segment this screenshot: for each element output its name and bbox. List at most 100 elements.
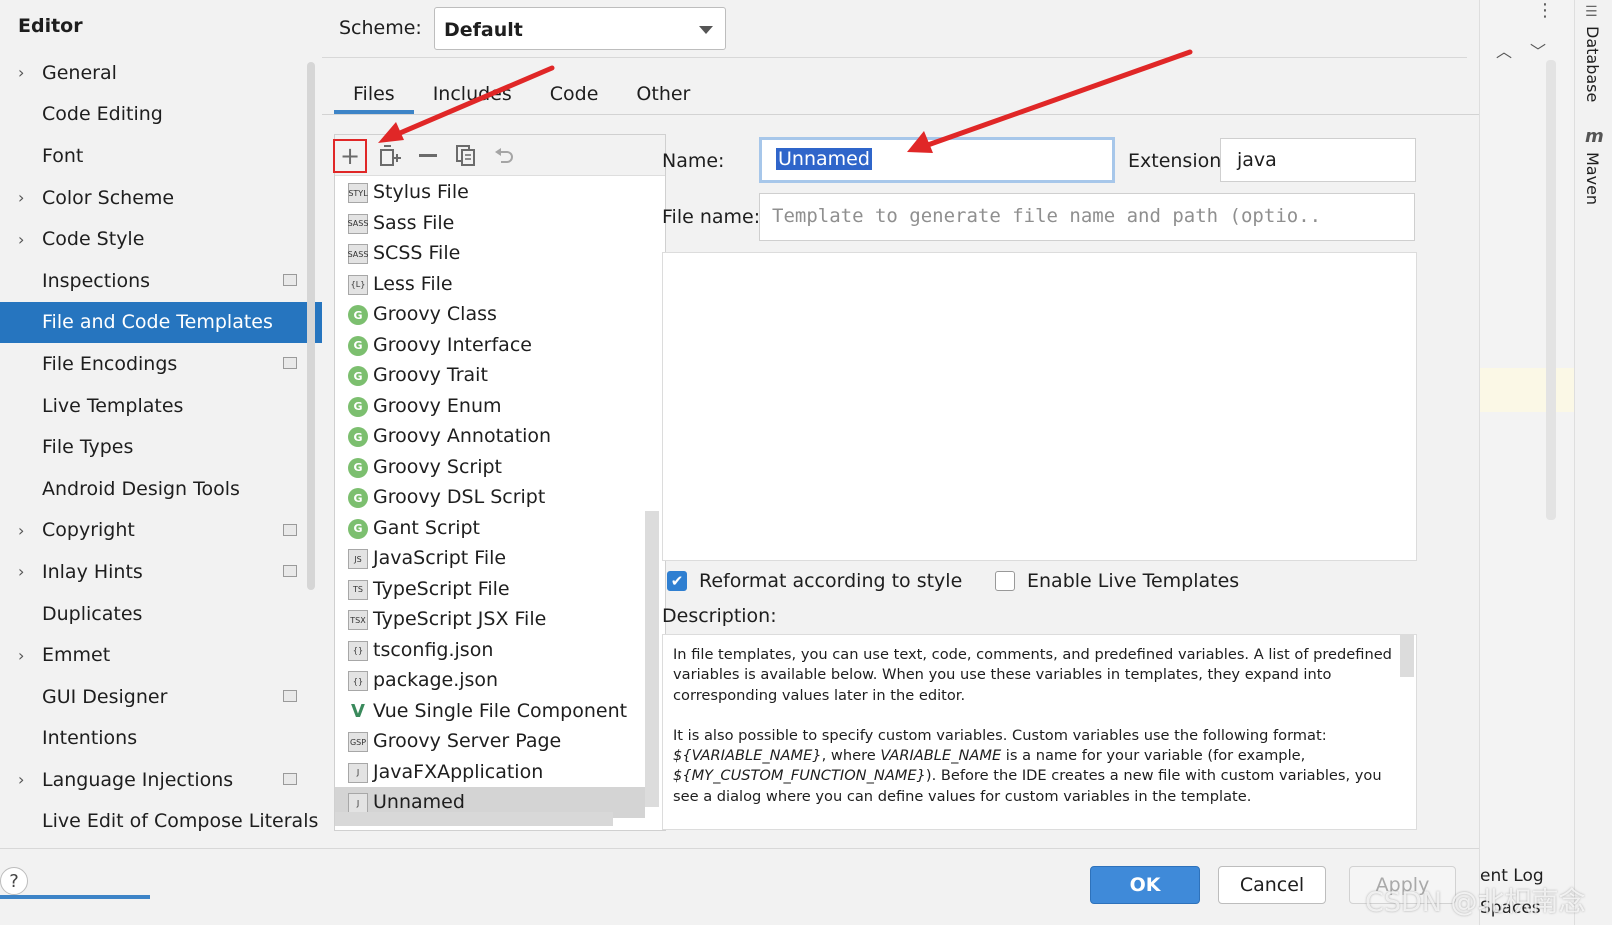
description-scrollbar[interactable]: [1400, 635, 1414, 677]
tabs-divider: [322, 114, 1479, 115]
chevron-right-icon[interactable]: ›: [18, 770, 30, 789]
sidebar-item[interactable]: File Types: [0, 426, 322, 468]
description-label: Description:: [662, 605, 777, 627]
reformat-checkbox[interactable]: ✔ Reformat according to style: [667, 570, 962, 592]
reset-template-button[interactable]: [487, 139, 521, 173]
sidebar-item[interactable]: › Code Style: [0, 218, 322, 260]
chevron-down-icon[interactable]: ﹀: [1530, 38, 1546, 62]
project-scope-icon: [283, 689, 297, 702]
template-list-item[interactable]: {} tsconfig.json: [335, 635, 645, 666]
sidebar-item-label: Code Editing: [42, 103, 163, 126]
create-child-template-button[interactable]: [373, 139, 407, 173]
sidebar-item[interactable]: Live Templates: [0, 385, 322, 427]
template-list-item[interactable]: V Vue Single File Component: [335, 696, 645, 727]
file-name-field[interactable]: Template to generate file name and path …: [759, 193, 1415, 241]
sidebar-item[interactable]: Live Edit of Compose Literals: [0, 801, 322, 843]
file-name-label: File name:: [662, 206, 761, 228]
sidebar-item-label: Live Edit of Compose Literals: [42, 810, 319, 833]
template-list-item[interactable]: G Groovy Class: [335, 299, 645, 330]
tab-code[interactable]: Code: [531, 76, 618, 114]
add-template-button[interactable]: +: [333, 139, 367, 173]
database-icon: ☰: [1585, 4, 1598, 20]
sidebar-item[interactable]: File and Code Templates: [0, 301, 322, 344]
template-list-item[interactable]: TS TypeScript File: [335, 574, 645, 605]
file-type-icon: SASS: [348, 244, 368, 264]
editor-scrollbar[interactable]: [1546, 60, 1556, 520]
template-list-item[interactable]: GSP Groovy Server Page: [335, 726, 645, 757]
template-list-item[interactable]: G Groovy Interface: [335, 330, 645, 361]
chevron-right-icon[interactable]: ›: [18, 562, 30, 581]
chevron-right-icon[interactable]: ›: [18, 188, 30, 207]
groovy-icon: G: [348, 457, 368, 478]
sidebar-item-label: Inspections: [42, 269, 151, 292]
reformat-label: Reformat according to style: [699, 570, 963, 592]
sidebar-item-label: Inlay Hints: [42, 560, 143, 583]
ok-button[interactable]: OK: [1090, 866, 1200, 904]
template-list-item[interactable]: J JavaFXApplication: [335, 757, 645, 788]
chevron-right-icon[interactable]: ›: [18, 63, 30, 82]
sidebar-item-label: Live Templates: [42, 394, 184, 417]
chevron-right-icon[interactable]: ›: [18, 646, 30, 665]
database-tool-tab[interactable]: Database: [1583, 26, 1602, 102]
scheme-dropdown[interactable]: Default: [434, 7, 726, 50]
sidebar-item[interactable]: › Emmet: [0, 634, 322, 676]
chevron-up-icon[interactable]: ︿: [1496, 38, 1512, 62]
help-button[interactable]: ?: [0, 867, 28, 895]
template-list-item[interactable]: G Groovy DSL Script: [335, 482, 645, 513]
file-type-icon: TSX: [348, 610, 368, 630]
sidebar-item[interactable]: › General: [0, 52, 322, 94]
cancel-button[interactable]: Cancel: [1218, 866, 1326, 904]
sidebar-item[interactable]: › Language Injections: [0, 759, 322, 801]
name-field[interactable]: Unnamed: [759, 137, 1115, 183]
template-list-item[interactable]: JS JavaScript File: [335, 543, 645, 574]
sidebar-item[interactable]: › Color Scheme: [0, 177, 322, 219]
sidebar-item[interactable]: › Copyright: [0, 510, 322, 552]
template-list-item[interactable]: G Gant Script: [335, 513, 645, 544]
chevron-right-icon[interactable]: ›: [18, 230, 30, 249]
sidebar-item[interactable]: File Encodings: [0, 343, 322, 385]
template-list-item[interactable]: G Groovy Annotation: [335, 421, 645, 452]
tab-other[interactable]: Other: [617, 76, 709, 114]
sidebar-item[interactable]: Intentions: [0, 718, 322, 760]
sidebar-item[interactable]: Code Editing: [0, 94, 322, 136]
sidebar-item[interactable]: Inspections: [0, 260, 322, 302]
vue-icon: V: [351, 701, 365, 722]
extension-field[interactable]: java: [1220, 138, 1416, 182]
template-list-item[interactable]: G Groovy Trait: [335, 360, 645, 391]
sidebar-item[interactable]: Font: [0, 135, 322, 177]
template-list-scrollbar[interactable]: [645, 511, 659, 807]
maven-tool-tab[interactable]: Maven: [1583, 152, 1602, 205]
template-list-item[interactable]: SASS SCSS File: [335, 238, 645, 269]
template-code-editor[interactable]: [662, 252, 1417, 561]
chevron-right-icon[interactable]: ›: [18, 521, 30, 540]
template-list-item[interactable]: {} package.json: [335, 665, 645, 696]
file-type-icon: {}: [348, 640, 368, 661]
scheme-label: Scheme:: [339, 17, 422, 39]
template-list-item[interactable]: {L} Less File: [335, 269, 645, 300]
checkbox-checked-icon: ✔: [667, 571, 687, 591]
extension-value: java: [1237, 149, 1277, 171]
live-templates-checkbox[interactable]: Enable Live Templates: [995, 570, 1239, 592]
sidebar-item[interactable]: GUI Designer: [0, 676, 322, 718]
file-type-icon: J: [348, 762, 368, 783]
tab-files[interactable]: Files: [334, 76, 414, 114]
description-paragraph-1: In file templates, you can use text, cod…: [673, 646, 1392, 704]
sidebar-scrollbar[interactable]: [307, 62, 315, 590]
template-list-item[interactable]: G Groovy Script: [335, 452, 645, 483]
groovy-icon: G: [348, 518, 368, 539]
sidebar-item[interactable]: › Inlay Hints: [0, 551, 322, 593]
file-templates-panel: Scheme: Default Files Includes Code Other +: [322, 0, 1479, 848]
template-list-item[interactable]: STYL Stylus File: [335, 177, 645, 208]
sidebar-item[interactable]: Android Design Tools: [0, 468, 322, 510]
template-list-item[interactable]: SASS Sass File: [335, 208, 645, 239]
groovy-icon: G: [348, 488, 368, 508]
more-icon[interactable]: ⋮: [1536, 0, 1554, 21]
template-list-hscrollbar[interactable]: [335, 812, 613, 826]
template-list-item[interactable]: G Groovy Enum: [335, 391, 645, 422]
remove-template-button[interactable]: [411, 139, 445, 173]
tab-includes[interactable]: Includes: [414, 76, 531, 114]
dialog-button-bar: ? OK Cancel Apply: [0, 848, 1479, 925]
sidebar-item[interactable]: Duplicates: [0, 593, 322, 635]
template-list-item[interactable]: TSX TypeScript JSX File: [335, 604, 645, 635]
duplicate-template-button[interactable]: [449, 139, 483, 173]
